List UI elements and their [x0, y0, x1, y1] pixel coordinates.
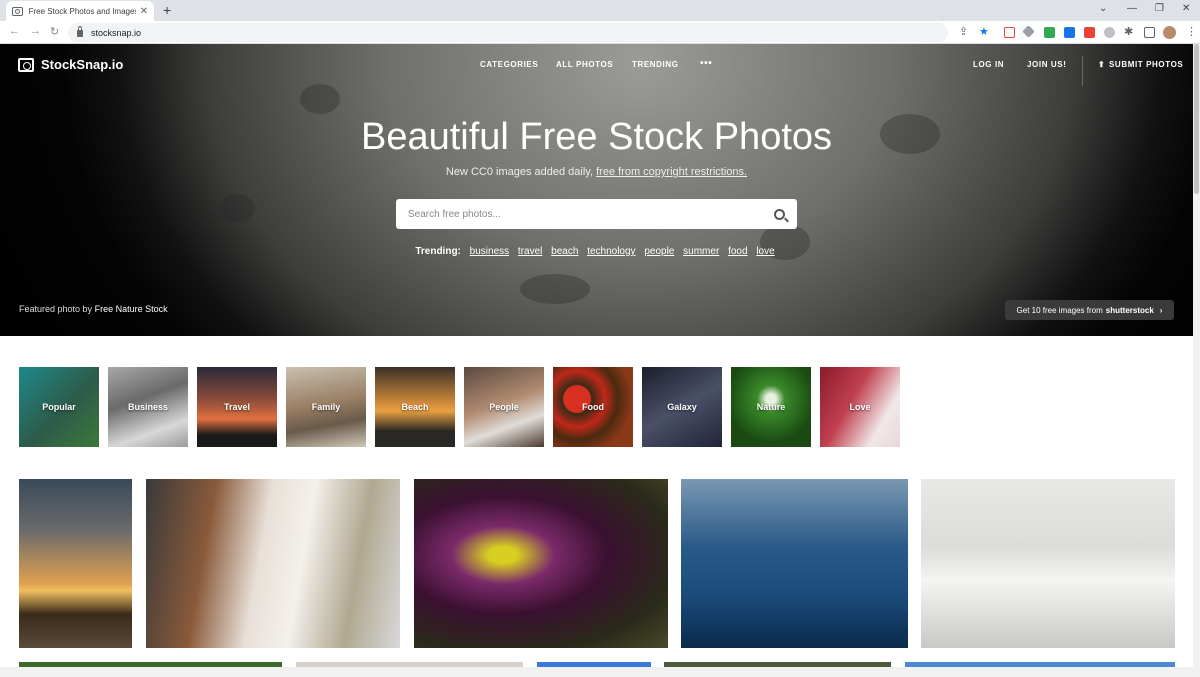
- puzzle-extensions-icon[interactable]: ✱: [1124, 25, 1133, 38]
- horizontal-scrollbar[interactable]: [0, 667, 1193, 677]
- category-beach[interactable]: Beach: [375, 367, 455, 447]
- search-input[interactable]: [408, 208, 774, 220]
- restore-button[interactable]: ❐: [1155, 3, 1164, 14]
- upload-icon[interactable]: ⬆: [1098, 60, 1105, 69]
- hero-subtitle: New CC0 images added daily, free from co…: [0, 166, 1193, 178]
- trending-tag-food[interactable]: food: [728, 246, 747, 257]
- category-label: Business: [127, 402, 169, 412]
- site-logo[interactable]: StockSnap.io: [18, 57, 123, 72]
- trending-tag-summer[interactable]: summer: [683, 246, 719, 257]
- lock-icon[interactable]: [77, 26, 83, 37]
- category-love[interactable]: Love: [820, 367, 900, 447]
- promo-brand: shutterstock: [1105, 305, 1154, 315]
- photo-couple-pillow-fight[interactable]: [921, 479, 1175, 648]
- shutterstock-promo-button[interactable]: Get 10 free images from shutterstock ›: [1005, 300, 1174, 320]
- kebab-menu-icon[interactable]: ⋮: [1186, 25, 1197, 38]
- trending-tag-love[interactable]: love: [756, 246, 774, 257]
- credit-author-link[interactable]: Free Nature Stock: [95, 304, 168, 314]
- trending-tag-technology[interactable]: technology: [587, 246, 635, 257]
- category-nature[interactable]: Nature: [731, 367, 811, 447]
- photo-woman-reading[interactable]: [146, 479, 400, 648]
- extension-gray-icon[interactable]: [1104, 27, 1115, 38]
- search-icon[interactable]: [774, 208, 785, 220]
- chevron-right-icon: ›: [1159, 305, 1163, 315]
- tab-close-icon[interactable]: ✕: [140, 6, 148, 17]
- category-family[interactable]: Family: [286, 367, 366, 447]
- category-people[interactable]: People: [464, 367, 544, 447]
- browser-tab-strip: Free Stock Photos and Images - StockSnap…: [0, 0, 1200, 21]
- promo-text: Get 10 free images from: [1016, 305, 1103, 315]
- category-label: Food: [582, 402, 604, 412]
- extension-diamond-icon[interactable]: [1022, 25, 1035, 38]
- category-travel[interactable]: Travel: [197, 367, 277, 447]
- photo-blue-water[interactable]: [681, 479, 908, 648]
- category-label: Galaxy: [667, 402, 697, 412]
- moon-crater: [300, 84, 340, 114]
- camera-logo-icon: [18, 57, 34, 72]
- category-label: Travel: [223, 402, 251, 412]
- back-arrow-icon[interactable]: ←: [9, 25, 20, 37]
- copyright-link[interactable]: free from copyright restrictions.: [596, 166, 747, 178]
- photo-credit: Featured photo by Free Nature Stock: [19, 304, 168, 314]
- moon-crater: [520, 274, 590, 304]
- category-label: People: [489, 402, 519, 412]
- scrollbar-thumb[interactable]: [1194, 44, 1199, 194]
- hero-title: Beautiful Free Stock Photos: [360, 116, 833, 158]
- category-label: Popular: [42, 402, 76, 412]
- photo-palm-tree-sunset[interactable]: [19, 479, 132, 648]
- trending-tag-people[interactable]: people: [644, 246, 674, 257]
- trending-tags: Trending: business travel beach technolo…: [0, 246, 1193, 257]
- category-popular[interactable]: Popular: [19, 367, 99, 447]
- forward-arrow-icon[interactable]: →: [30, 25, 41, 37]
- nav-trending[interactable]: TRENDING: [632, 60, 679, 69]
- close-window-button[interactable]: ✕: [1182, 3, 1190, 14]
- category-label: Family: [311, 402, 341, 412]
- nav-categories[interactable]: CATEGORIES: [480, 60, 538, 69]
- minimize-button[interactable]: —: [1127, 3, 1137, 14]
- hero-subtitle-text: New CC0 images added daily,: [445, 166, 594, 178]
- nav-submit-photos[interactable]: SUBMIT PHOTOS: [1109, 60, 1183, 69]
- side-panel-icon[interactable]: [1144, 27, 1155, 38]
- search-box: [396, 199, 797, 229]
- trending-tag-business[interactable]: business: [470, 246, 509, 257]
- category-label: Love: [849, 402, 871, 412]
- nav-more-icon[interactable]: •••: [700, 58, 712, 69]
- category-food[interactable]: Food: [553, 367, 633, 447]
- bookmark-star-icon[interactable]: ★: [979, 25, 989, 38]
- reload-icon[interactable]: ↻: [50, 25, 59, 38]
- trending-tag-travel[interactable]: travel: [518, 246, 542, 257]
- browser-toolbar: ← → ↻ stocksnap.io ⇪ ★ ✱ ⋮: [0, 21, 1200, 44]
- category-galaxy[interactable]: Galaxy: [642, 367, 722, 447]
- nav-log-in[interactable]: LOG IN: [973, 60, 1004, 69]
- vertical-scrollbar[interactable]: [1193, 44, 1200, 677]
- nav-join[interactable]: JOIN US!: [1027, 60, 1066, 69]
- photo-purple-flower[interactable]: [414, 479, 668, 648]
- hero-banner: StockSnap.io CATEGORIES ALL PHOTOS TREND…: [0, 44, 1193, 336]
- address-bar[interactable]: stocksnap.io: [68, 23, 948, 42]
- trending-label: Trending:: [415, 246, 461, 257]
- brand-name: StockSnap.io: [41, 57, 124, 72]
- share-icon[interactable]: ⇪: [959, 25, 968, 38]
- category-business[interactable]: Business: [108, 367, 188, 447]
- extension-green-icon[interactable]: [1044, 27, 1055, 38]
- tab-search-icon[interactable]: ⌄: [1099, 3, 1107, 14]
- moon-crater: [220, 194, 255, 222]
- gmail-extension-icon[interactable]: [1004, 27, 1015, 38]
- url-text: stocksnap.io: [91, 27, 142, 38]
- camera-favicon-icon: [12, 6, 23, 16]
- new-tab-button[interactable]: +: [163, 2, 171, 18]
- extension-red-icon[interactable]: [1084, 27, 1095, 38]
- trending-tag-beach[interactable]: beach: [551, 246, 578, 257]
- browser-tab[interactable]: Free Stock Photos and Images - StockSnap…: [6, 1, 154, 21]
- extension-blue-icon[interactable]: [1064, 27, 1075, 38]
- tab-title: Free Stock Photos and Images - StockSnap…: [28, 6, 136, 16]
- category-label: Nature: [756, 402, 786, 412]
- category-label: Beach: [401, 402, 429, 412]
- credit-prefix: Featured photo by: [19, 304, 93, 314]
- nav-all-photos[interactable]: ALL PHOTOS: [556, 60, 613, 69]
- nav-divider: [1082, 56, 1083, 86]
- profile-avatar[interactable]: [1163, 26, 1176, 39]
